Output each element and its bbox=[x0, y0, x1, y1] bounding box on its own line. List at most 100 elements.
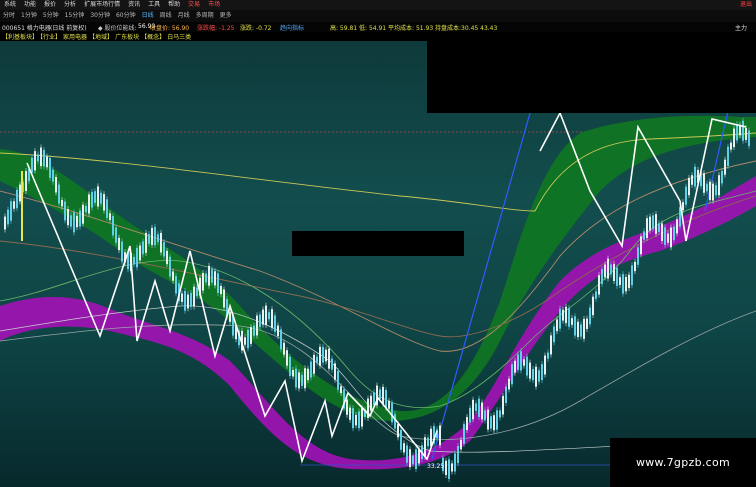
candle-body bbox=[214, 271, 216, 286]
candle-body bbox=[229, 312, 231, 322]
candle-body bbox=[55, 176, 57, 193]
candle-body bbox=[664, 227, 666, 245]
candle-body bbox=[646, 218, 648, 238]
candle-body bbox=[256, 315, 258, 336]
menu-item-4[interactable]: 扩展市场行情 bbox=[80, 0, 124, 10]
candle-body bbox=[523, 359, 525, 366]
candle-body bbox=[94, 191, 96, 203]
menu-hot-item-1[interactable]: 市场 bbox=[204, 0, 224, 10]
candle-body bbox=[631, 265, 633, 286]
candle-body bbox=[403, 443, 405, 453]
candles-group bbox=[4, 117, 750, 482]
candle-body bbox=[340, 386, 342, 394]
period-tab-4[interactable]: 30分钟 bbox=[87, 10, 113, 22]
tag-6[interactable]: 白马三类 bbox=[165, 34, 191, 41]
candle-body bbox=[352, 408, 354, 429]
candle-body bbox=[136, 247, 138, 268]
candle-body bbox=[142, 241, 144, 255]
menu-item-3[interactable]: 分析 bbox=[60, 0, 80, 10]
period-tab-10[interactable]: 更多 bbox=[217, 10, 235, 22]
menu-item-7[interactable]: 帮助 bbox=[164, 0, 184, 10]
period-tab-9[interactable]: 多周期 bbox=[193, 10, 217, 22]
redacted-box-middle bbox=[292, 231, 464, 256]
candle-body bbox=[70, 215, 72, 227]
tag-3[interactable]: 【地域】 bbox=[87, 34, 113, 41]
candle-body bbox=[82, 204, 84, 224]
menu-item-5[interactable]: 资讯 bbox=[124, 0, 144, 10]
candle-body bbox=[718, 175, 720, 196]
candle-body bbox=[109, 213, 111, 221]
menu-item-1[interactable]: 功能 bbox=[20, 0, 40, 10]
candle-body bbox=[19, 184, 21, 202]
indicator-label: (日线 前复权) bbox=[50, 25, 87, 32]
candle-body bbox=[499, 410, 501, 418]
candle-body bbox=[481, 402, 483, 420]
period-tab-3[interactable]: 15分钟 bbox=[62, 10, 88, 22]
candle-body bbox=[649, 216, 651, 231]
menu-item-0[interactable]: 系统 bbox=[0, 0, 20, 10]
candle-body bbox=[76, 215, 78, 228]
tag-4[interactable]: 广东板块 bbox=[113, 34, 139, 41]
period-tab-6[interactable]: 日线 bbox=[139, 10, 157, 22]
candle-body bbox=[43, 149, 45, 167]
period-tab-8[interactable]: 月线 bbox=[175, 10, 193, 22]
candle-body bbox=[400, 429, 402, 450]
candle-body bbox=[589, 307, 591, 325]
candle-body bbox=[586, 318, 588, 329]
change-label: 涨跌幅: -1.25 bbox=[197, 25, 235, 32]
candle-body bbox=[532, 369, 534, 381]
tag-1[interactable]: 【行业】 bbox=[38, 34, 61, 41]
period-tab-2[interactable]: 5分钟 bbox=[40, 10, 62, 22]
menu-item-2[interactable]: 报价 bbox=[40, 0, 60, 10]
tag-0[interactable]: 【利基板块】 bbox=[0, 34, 38, 41]
candle-body bbox=[217, 273, 219, 293]
candle-body bbox=[691, 175, 693, 185]
candle-body bbox=[538, 370, 540, 382]
candle-body bbox=[574, 316, 576, 336]
candle-body bbox=[250, 327, 252, 344]
candle-body bbox=[727, 146, 729, 166]
candle-body bbox=[460, 439, 462, 450]
candle-body bbox=[277, 325, 279, 337]
candle-body bbox=[673, 226, 675, 241]
candle-body bbox=[7, 209, 9, 225]
candle-body bbox=[283, 342, 285, 355]
candle-body bbox=[211, 269, 213, 283]
candle-body bbox=[541, 364, 543, 381]
candle-body bbox=[511, 364, 513, 385]
period-bar: 分时 1分钟 5分钟 15分钟 30分钟 60分钟 日线 周线 月线 多周期 更多 bbox=[0, 10, 756, 22]
candle-body bbox=[676, 219, 678, 234]
tag-5[interactable]: 【概念】 bbox=[139, 34, 165, 41]
period-tab-0[interactable]: 分时 bbox=[0, 10, 18, 22]
candle-body bbox=[382, 386, 384, 404]
candle-body bbox=[412, 455, 414, 465]
candle-body bbox=[439, 425, 441, 446]
candle-body bbox=[577, 321, 579, 338]
candle-body bbox=[550, 335, 552, 355]
period-tab-7[interactable]: 周线 bbox=[157, 10, 175, 22]
candle-body bbox=[46, 156, 48, 168]
candle-body bbox=[331, 358, 333, 370]
candle-body bbox=[715, 185, 717, 196]
candle-body bbox=[64, 201, 66, 221]
link-label[interactable]: 趋向指标 bbox=[280, 23, 304, 32]
candle-body bbox=[61, 199, 63, 207]
candle-body bbox=[322, 346, 324, 363]
menu-item-6[interactable]: 工具 bbox=[144, 0, 164, 10]
menu-hot-item-0[interactable]: 交易 bbox=[184, 0, 204, 10]
candle-body bbox=[748, 130, 750, 147]
exit-button[interactable]: 退出 bbox=[740, 0, 752, 10]
candle-body bbox=[607, 258, 609, 279]
candle-body bbox=[133, 257, 135, 265]
candle-body bbox=[154, 227, 156, 246]
candle-body bbox=[196, 287, 198, 297]
candle-body bbox=[520, 351, 522, 371]
candle-body bbox=[394, 414, 396, 429]
candle-body bbox=[706, 183, 708, 192]
period-tab-5[interactable]: 60分钟 bbox=[113, 10, 139, 22]
candle-body bbox=[553, 326, 555, 343]
candle-body bbox=[289, 356, 291, 376]
candle-body bbox=[514, 360, 516, 373]
period-tab-1[interactable]: 1分钟 bbox=[18, 10, 40, 22]
tag-2[interactable]: 家用电器 bbox=[61, 34, 87, 41]
